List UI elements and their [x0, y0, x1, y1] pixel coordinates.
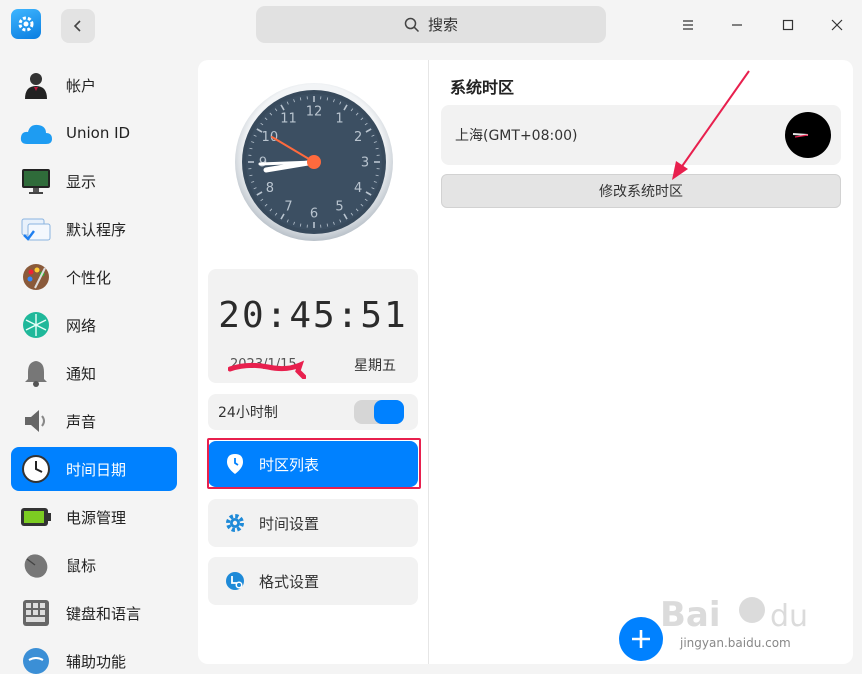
sidebar-item-label: 时间日期	[66, 460, 127, 479]
annotation-highlight-box	[207, 438, 421, 489]
add-timezone-button[interactable]	[619, 617, 663, 661]
hour24-toggle[interactable]	[354, 400, 404, 424]
sidebar-item-date-time[interactable]: 时间日期	[11, 447, 177, 491]
timezone-clock-icon	[785, 112, 831, 158]
sidebar-item-default-apps[interactable]: 默认程序	[11, 207, 177, 251]
clock-number: 2	[354, 130, 362, 145]
search-placeholder: 搜索	[427, 16, 458, 34]
sidebar-item-label: 默认程序	[66, 220, 127, 239]
sidebar-item-notification[interactable]: 通知	[11, 351, 177, 395]
sidebar-item-network[interactable]: 网络	[11, 303, 177, 347]
watermark-url: jingyan.baidu.com	[680, 636, 791, 650]
clock-number: 11	[280, 111, 297, 126]
clock-icon	[18, 451, 54, 487]
hour24-label: 24小时制	[218, 405, 278, 421]
close-icon	[831, 19, 843, 31]
search-icon	[404, 17, 420, 32]
clock-number: 7	[284, 200, 292, 215]
sidebar-item-mouse[interactable]: 鼠标	[11, 543, 177, 587]
sidebar-item-display[interactable]: 显示	[11, 159, 177, 203]
digital-clock-card: 20:45:51 2023/1/15 星期五	[208, 269, 418, 383]
system-timezone-title: 系统时区	[450, 78, 515, 97]
sidebar-item-personalization[interactable]: 个性化	[11, 255, 177, 299]
toggle-knob	[374, 400, 404, 424]
clock-number: 10	[262, 130, 279, 145]
sidebar-item-label: Union ID	[66, 124, 131, 142]
sidebar-item-accessibility[interactable]: 辅助功能	[11, 639, 177, 674]
sidebar-item-label: 鼠标	[66, 556, 97, 575]
plus-icon	[632, 630, 650, 648]
settings-app-icon	[11, 9, 41, 39]
maximize-button[interactable]	[775, 12, 801, 38]
sidebar-item-label: 网络	[66, 316, 97, 335]
sidebar-item-label: 声音	[66, 412, 97, 431]
mouse-icon	[18, 547, 54, 583]
format-icon	[224, 570, 246, 592]
clock-number: 1	[335, 111, 343, 126]
sidebar-item-label: 电源管理	[66, 508, 127, 527]
maximize-icon	[782, 19, 794, 31]
speaker-icon	[18, 403, 54, 439]
digital-time: 20:45:51	[218, 295, 408, 336]
bell-icon	[18, 355, 54, 391]
sidebar: 帐户 Union ID 显示 默认程序 个性化 网络 通知 声音 时间日期 电源…	[0, 50, 188, 674]
back-button[interactable]	[61, 9, 95, 43]
analog-clock: 121234567891011	[235, 83, 393, 241]
sidebar-item-power[interactable]: 电源管理	[11, 495, 177, 539]
weekday-text: 星期五	[354, 358, 396, 374]
title-bar: 搜索	[0, 0, 862, 50]
default-apps-icon	[18, 211, 54, 247]
redaction-scribble	[228, 360, 306, 379]
sidebar-item-keyboard[interactable]: 键盘和语言	[11, 591, 177, 635]
account-icon	[18, 67, 54, 103]
format-settings-label: 格式设置	[259, 572, 320, 591]
gear-icon	[224, 512, 246, 534]
current-timezone-card: 上海(GMT+08:00)	[441, 105, 841, 165]
current-timezone-label: 上海(GMT+08:00)	[455, 128, 578, 144]
menu-button[interactable]	[675, 12, 701, 38]
sidebar-item-label: 辅助功能	[66, 652, 127, 671]
sidebar-item-label: 帐户	[66, 76, 97, 95]
hour24-row: 24小时制	[208, 394, 418, 430]
network-icon	[18, 307, 54, 343]
clock-number: 5	[335, 200, 343, 215]
svg-text:du: du	[770, 599, 808, 634]
minimize-icon	[732, 24, 742, 26]
svg-text:Bai: Bai	[660, 595, 721, 635]
clock-number: 3	[361, 156, 369, 171]
chevron-left-icon	[73, 20, 81, 32]
sidebar-item-label: 个性化	[66, 268, 112, 287]
sidebar-item-sound[interactable]: 声音	[11, 399, 177, 443]
time-settings-button[interactable]: 时间设置	[208, 499, 418, 547]
panel-divider	[428, 60, 429, 664]
keyboard-icon	[18, 595, 54, 631]
search-input[interactable]: 搜索	[256, 6, 606, 43]
clock-number: 8	[266, 181, 274, 196]
sidebar-item-label: 显示	[66, 172, 97, 191]
hamburger-icon	[683, 20, 693, 30]
sidebar-item-account[interactable]: 帐户	[11, 63, 177, 107]
change-system-timezone-button[interactable]: 修改系统时区	[441, 174, 841, 208]
minimize-button[interactable]	[724, 12, 750, 38]
close-button[interactable]	[824, 12, 850, 38]
minute-hand	[258, 160, 316, 166]
monitor-icon	[18, 163, 54, 199]
clock-number: 12	[306, 105, 323, 120]
palette-icon	[18, 259, 54, 295]
clock-number: 4	[354, 181, 362, 196]
sidebar-item-union-id[interactable]: Union ID	[11, 111, 177, 155]
accessibility-icon	[18, 643, 54, 674]
format-settings-button[interactable]: 格式设置	[208, 557, 418, 605]
cloud-icon	[18, 115, 54, 151]
clock-number: 6	[310, 207, 318, 222]
battery-icon	[18, 499, 54, 535]
sidebar-item-label: 通知	[66, 364, 97, 383]
time-settings-label: 时间设置	[259, 514, 320, 533]
sidebar-item-label: 键盘和语言	[66, 604, 142, 623]
